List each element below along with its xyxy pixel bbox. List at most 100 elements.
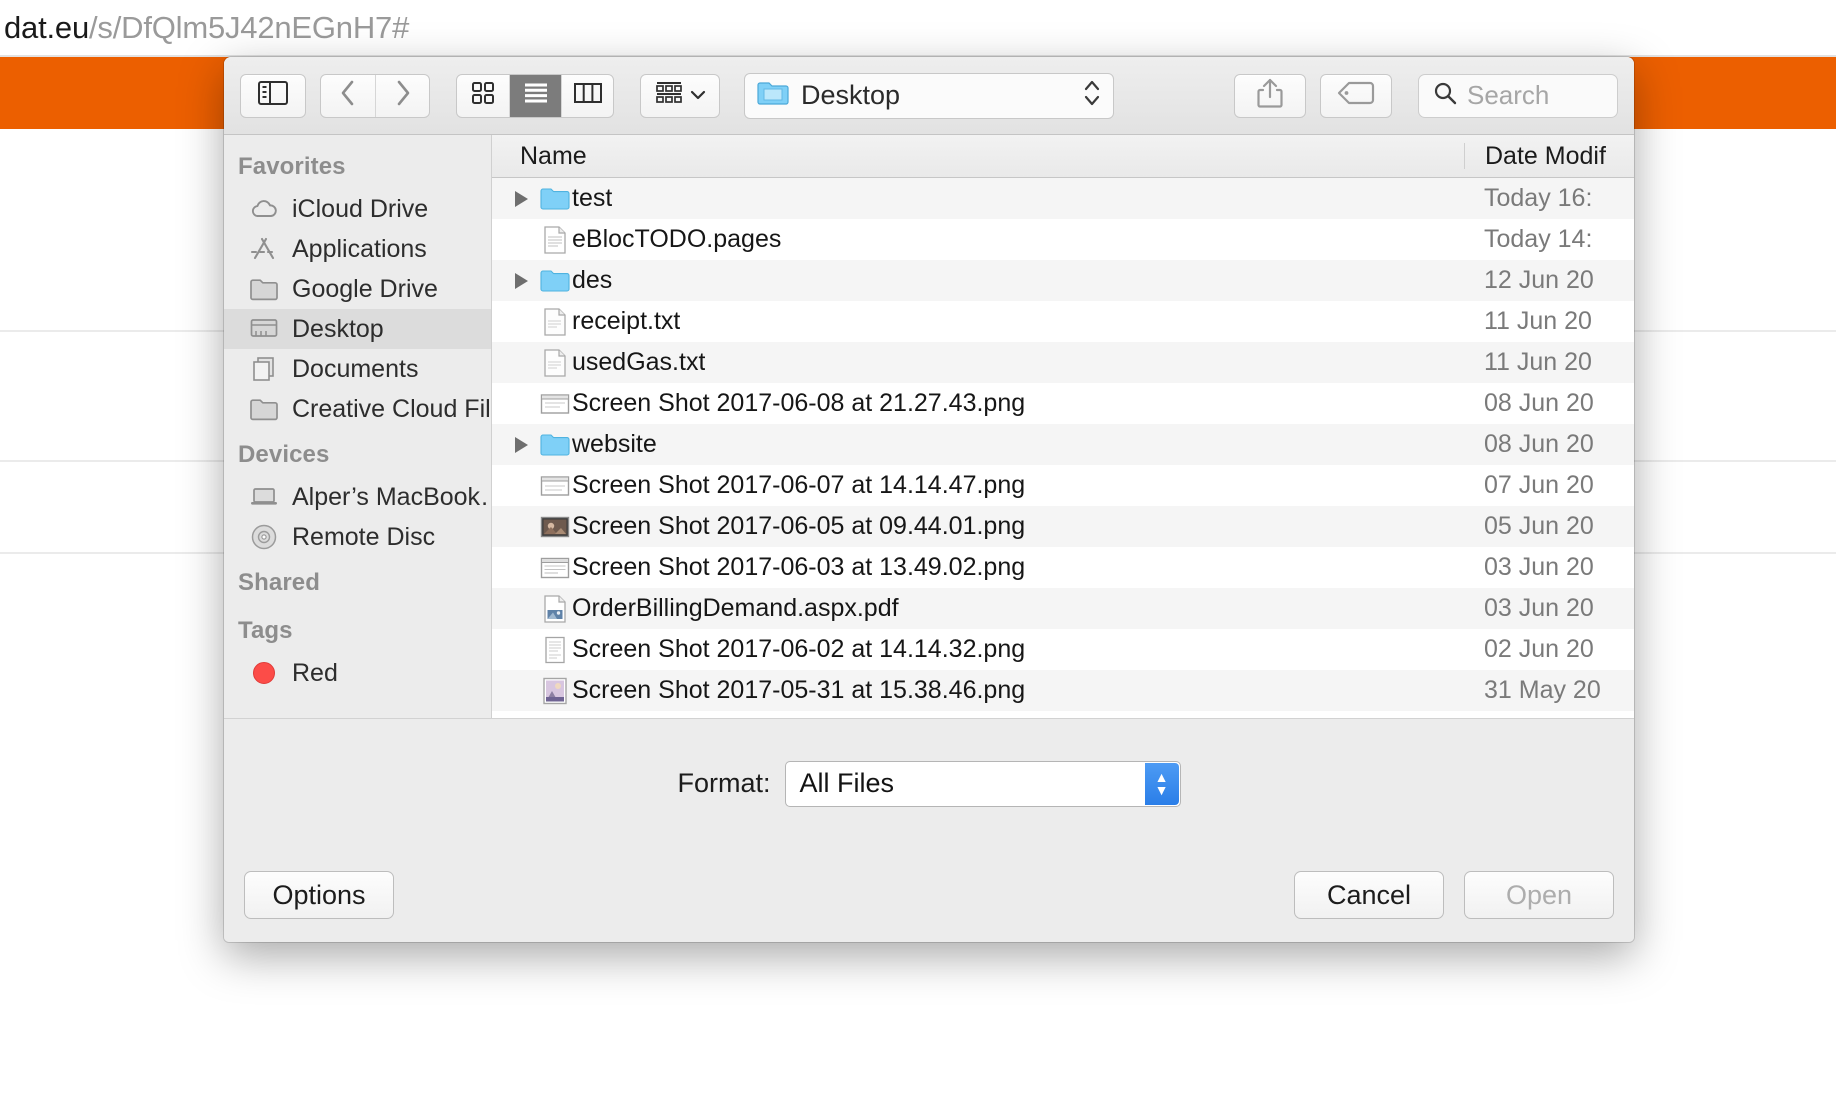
sidebar-item-label: Creative Cloud Files [292,394,491,423]
search-icon [1433,81,1457,110]
column-header-date-modified[interactable]: Date Modif [1464,143,1634,169]
documents-icon [250,355,278,383]
arrange-by-button[interactable] [640,73,720,118]
table-row[interactable]: Screen Shot 2017-06-03 at 13.49.02.png 0… [492,547,1634,588]
file-date: 12 Jun 20 [1484,266,1594,294]
path-popup-button[interactable]: Desktop [744,72,1114,119]
table-row[interactable]: website 08 Jun 20 [492,424,1634,465]
file-date: 11 Jun 20 [1484,307,1592,335]
sidebar-item-label: Applications [292,234,427,263]
laptop-icon [250,483,278,511]
file-name: Screen Shot 2017-06-02 at 14.14.32.png [572,635,1026,663]
sidebar-item-creative-cloud-files[interactable]: Creative Cloud Files [224,389,491,429]
file-date: 07 Jun 20 [1484,471,1594,499]
sidebar-item-icloud-drive[interactable]: iCloud Drive [224,189,491,229]
row-name-cell: OrderBillingDemand.aspx.pdf [492,594,1464,623]
file-name: eBlocTODO.pages [572,225,782,253]
share-button[interactable] [1234,73,1306,118]
table-row[interactable]: des 12 Jun 20 [492,260,1634,301]
row-name-cell: Screen Shot 2017-06-03 at 13.49.02.png [492,553,1464,582]
chevron-down-icon [690,87,706,105]
open-button[interactable]: Open [1464,871,1614,919]
table-row[interactable]: test Today 16: [492,178,1634,219]
back-button[interactable] [321,75,375,117]
image-thumbnail-icon [538,474,572,498]
sidebar-toggle-button[interactable] [240,73,306,118]
row-name-cell: website [492,430,1464,459]
url-text: dat.eu/s/DfQlm5J42nEGnH7# [4,10,409,46]
table-row[interactable]: receipt.txt 11 Jun 20 [492,301,1634,342]
up-down-chevrons-icon [1083,77,1101,114]
file-open-dialog: Desktop Search Favorites iCloud Drive Ap… [224,57,1634,942]
row-name-cell: Screen Shot 2017-05-31 at 15.38.46.png [492,676,1464,705]
row-name-cell: Screen Shot 2017-06-05 at 09.44.01.png [492,512,1464,541]
file-date: 03 Jun 20 [1484,594,1594,622]
chevron-down-icon: ▼ [1154,781,1169,798]
sidebar-item-applications[interactable]: Applications [224,229,491,269]
table-row[interactable]: OrderBillingDemand.aspx.pdf 03 Jun 20 [492,588,1634,629]
cloud-icon [250,195,278,223]
column-header-name[interactable]: Name [492,142,1464,171]
page-root: dat.eu/s/DfQlm5J42nEGnH7# Desktop Search… [0,0,1836,1108]
file-name: Screen Shot 2017-06-03 at 13.49.02.png [572,553,1026,581]
disclosure-triangle-icon[interactable] [504,436,538,453]
image-thumbnail-icon [538,392,572,416]
table-row[interactable]: Screen Shot 2017-06-08 at 21.27.43.png 0… [492,383,1634,424]
list-view-button[interactable] [509,74,561,117]
row-name-cell: Screen Shot 2017-06-02 at 14.14.32.png [492,635,1464,664]
path-label: Desktop [801,80,901,110]
sidebar-item-google-drive[interactable]: Google Drive [224,269,491,309]
tag-button[interactable] [1320,73,1392,118]
row-name-cell: Screen Shot 2017-06-07 at 14.14.47.png [492,471,1464,500]
column-view-button[interactable] [561,74,613,117]
cancel-button[interactable]: Cancel [1294,871,1444,919]
sidebar-item-documents[interactable]: Documents [224,349,491,389]
sidebar-item-desktop[interactable]: Desktop [224,309,491,349]
table-row[interactable]: Screen Shot 2017-06-02 at 14.14.32.png 0… [492,629,1634,670]
file-name: website [572,430,657,458]
disclosure-triangle-icon[interactable] [504,190,538,207]
file-date: 05 Jun 20 [1484,512,1594,540]
sidebar-item-macbook[interactable]: Alper’s MacBook… [224,477,491,517]
grid-icon [472,82,494,109]
sidebar-item-label: iCloud Drive [292,194,429,223]
sidebar-item-remote-disc[interactable]: Remote Disc [224,517,491,557]
format-dropdown[interactable]: All Files ▲ ▼ [784,760,1181,807]
chevron-up-icon: ▲ [1154,768,1169,785]
toolbar-right-group: Search [1234,73,1618,118]
file-date: 31 May 20 [1484,676,1601,704]
table-row[interactable]: usedGas.txt 11 Jun 20 [492,342,1634,383]
tag-icon [1337,81,1375,110]
pages-document-icon [538,225,572,254]
sidebar-item-label: Remote Disc [292,522,436,551]
row-name-cell: receipt.txt [492,307,1464,336]
applications-icon [250,235,278,263]
file-date: Today 14: [1484,225,1593,253]
table-row[interactable]: Screen Shot 2017-05-31 at 15.38.46.png 3… [492,670,1634,711]
browser-url-bar[interactable]: dat.eu/s/DfQlm5J42nEGnH7# [0,0,1836,56]
stepper-chevrons-icon[interactable]: ▲ ▼ [1144,762,1179,805]
dialog-primary-buttons: Cancel Open [1294,871,1614,919]
sidebar-section-header-tags: Tags [238,617,293,644]
navigation-arrows [320,73,430,118]
row-name-cell: Screen Shot 2017-06-08 at 21.27.43.png [492,389,1464,418]
sidebar-icon [258,81,288,110]
search-input[interactable]: Search [1418,73,1618,118]
image-photo-thumbnail-icon [538,677,572,705]
file-name: Screen Shot 2017-06-07 at 14.14.47.png [572,471,1026,499]
table-row[interactable]: eBlocTODO.pages Today 14: [492,219,1634,260]
disclosure-triangle-icon[interactable] [504,272,538,289]
sidebar-item-tag-red[interactable]: Red [224,653,491,693]
table-row[interactable]: Screen Shot 2017-06-05 at 09.44.01.png 0… [492,506,1634,547]
table-row[interactable]: Screen Shot 2017-05-31 at 15.38.39.png 3… [492,711,1634,718]
row-name-cell: des [492,266,1464,295]
options-button[interactable]: Options [244,871,394,919]
file-date: Today 16: [1484,184,1593,212]
file-date: 02 Jun 20 [1484,635,1594,663]
icon-view-button[interactable] [457,75,509,117]
list-icon [524,83,548,108]
forward-button[interactable] [375,74,429,117]
table-row[interactable]: Screen Shot 2017-06-07 at 14.14.47.png 0… [492,465,1634,506]
search-placeholder: Search [1467,80,1550,110]
file-date: 08 Jun 20 [1484,430,1594,458]
